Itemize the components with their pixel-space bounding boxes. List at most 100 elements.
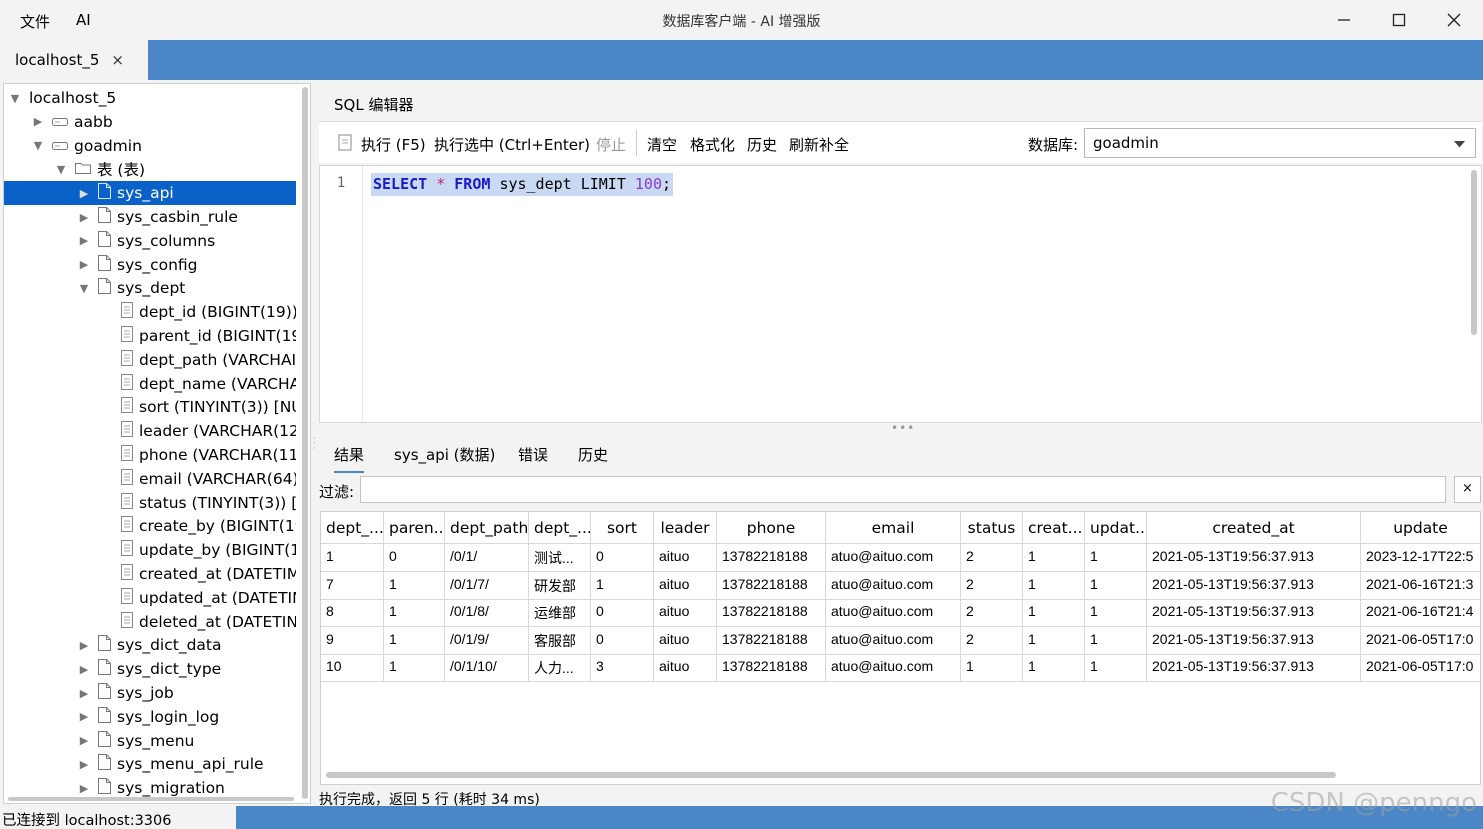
table-cell[interactable]: 2021-05-13T19:56:37.913 xyxy=(1147,626,1361,655)
tab-errors[interactable]: 错误 xyxy=(518,444,548,465)
table-cell[interactable]: 1 xyxy=(1085,544,1147,572)
collapsed-triangle-icon[interactable]: ▶ xyxy=(76,639,92,652)
table-cell[interactable]: 2021-06-16T21:4 xyxy=(1361,599,1480,627)
column-header[interactable]: dept_... xyxy=(321,512,384,544)
table-cell[interactable]: atuo@aituo.com xyxy=(826,626,961,655)
table-cell[interactable]: 13782218188 xyxy=(717,654,826,682)
table-row[interactable]: 1 0/0/1/测试... 0 aituo 13782218188 atuo@aituo.… xyxy=(321,544,1480,572)
table-cell[interactable]: aituo xyxy=(654,626,717,655)
table-cell[interactable]: 1 xyxy=(1023,599,1085,627)
tree-item[interactable]: ▶ sys_dict_data xyxy=(4,633,296,657)
table-cell[interactable]: 13782218188 xyxy=(717,571,826,600)
maximize-button[interactable] xyxy=(1372,0,1426,40)
table-cell[interactable]: 2 xyxy=(961,571,1023,600)
table-cell[interactable]: 2021-06-05T17:0 xyxy=(1361,654,1480,682)
column-header[interactable]: paren... xyxy=(384,512,445,544)
table-row[interactable]: 9 1/0/1/9/客服部 0 aituo 13782218188 atuo@aituo.… xyxy=(321,626,1480,655)
table-cell[interactable]: 1 xyxy=(384,654,445,682)
database-tree[interactable]: ▼ localhost_5 ▶ aabb ▼ goadmin ▼ 表 (表) ▶ sys_api ▶… xyxy=(3,83,311,804)
table-cell[interactable]: 1 xyxy=(591,571,654,600)
tab-history[interactable]: 历史 xyxy=(578,444,608,465)
table-cell[interactable]: 0 xyxy=(384,544,445,572)
tree-item[interactable]: ▶ aabb xyxy=(4,110,296,134)
collapsed-triangle-icon[interactable]: ▶ xyxy=(76,211,92,224)
table-cell[interactable]: aituo xyxy=(654,599,717,627)
table-cell[interactable]: 0 xyxy=(591,626,654,655)
tree-item[interactable]: sort (TINYINT(3)) [NU xyxy=(4,395,296,419)
execute-button[interactable]: 执行 (F5) xyxy=(361,134,426,155)
table-cell[interactable]: 2021-06-05T17:0 xyxy=(1361,627,1480,655)
table-cell[interactable]: 9 xyxy=(321,626,384,655)
tree-item[interactable]: dept_path (VARCHAI xyxy=(4,348,296,372)
collapsed-triangle-icon[interactable]: ▶ xyxy=(76,710,92,723)
table-cell[interactable]: 13782218188 xyxy=(717,626,826,655)
tab-results[interactable]: 结果 xyxy=(334,444,365,473)
tree-horizontal-scrollbar[interactable] xyxy=(8,797,294,801)
tree-item[interactable]: phone (VARCHAR(11 xyxy=(4,443,296,467)
sql-code-line[interactable]: SELECT * FROM sys_dept LIMIT 100; xyxy=(371,173,674,196)
table-cell[interactable]: 3 xyxy=(591,654,654,682)
table-cell[interactable]: 2021-06-16T21:3 xyxy=(1361,572,1480,600)
editor-vertical-scrollbar[interactable] xyxy=(1471,170,1477,335)
tree-item[interactable]: ▶ sys_casbin_rule xyxy=(4,205,296,229)
collapsed-triangle-icon[interactable]: ▶ xyxy=(76,234,92,247)
splitter-handle[interactable]: ••• xyxy=(891,421,915,435)
expanded-triangle-icon[interactable]: ▼ xyxy=(53,163,69,176)
column-header[interactable]: sort xyxy=(591,512,654,544)
table-cell[interactable]: 8 xyxy=(321,599,384,627)
table-cell[interactable]: atuo@aituo.com xyxy=(826,654,961,682)
column-header[interactable]: creat... xyxy=(1023,512,1085,544)
tree-item[interactable]: deleted_at (DATETIN xyxy=(4,610,296,634)
table-cell[interactable]: 0 xyxy=(591,599,654,627)
table-cell[interactable]: 1 xyxy=(384,626,445,655)
table-cell[interactable]: 人力... xyxy=(529,654,591,682)
table-cell[interactable]: aituo xyxy=(654,571,717,600)
execute-icon[interactable] xyxy=(338,134,352,151)
tree-item[interactable]: parent_id (BIGINT(19 xyxy=(4,324,296,348)
tree-item[interactable]: updated_at (DATETIN xyxy=(4,586,296,610)
collapsed-triangle-icon[interactable]: ▶ xyxy=(76,734,92,747)
table-cell[interactable]: atuo@aituo.com xyxy=(826,544,961,572)
table-row[interactable]: 7 1/0/1/7/研发部 1 aituo 13782218188 atuo@aituo.… xyxy=(321,571,1480,600)
column-header[interactable]: email xyxy=(826,512,961,544)
table-cell[interactable]: 10 xyxy=(321,654,384,682)
table-cell[interactable]: 1 xyxy=(321,544,384,572)
results-grid[interactable]: dept_... paren... dept_path dept_... sort lea… xyxy=(320,511,1481,785)
table-cell[interactable]: 2021-05-13T19:56:37.913 xyxy=(1147,571,1361,600)
tree-item[interactable]: leader (VARCHAR(12 xyxy=(4,419,296,443)
table-cell[interactable]: 1 xyxy=(961,654,1023,682)
table-row[interactable]: 8 1/0/1/8/运维部 0 aituo 13782218188 atuo@aituo.… xyxy=(321,599,1480,627)
column-header[interactable]: dept_path xyxy=(445,512,529,544)
splitter-handle[interactable]: · · · xyxy=(313,435,317,453)
tree-item[interactable]: ▶ sys_columns xyxy=(4,229,296,253)
tree-item[interactable]: status (TINYINT(3)) [N xyxy=(4,491,296,515)
execute-selection-button[interactable]: 执行选中 (Ctrl+Enter) xyxy=(434,134,590,155)
tree-item[interactable]: ▶ sys_job xyxy=(4,681,296,705)
table-cell[interactable]: /0/1/10/ xyxy=(445,654,529,682)
clear-button[interactable]: 清空 xyxy=(647,134,677,155)
filter-clear-button[interactable]: × xyxy=(1454,476,1481,503)
filter-input[interactable] xyxy=(360,476,1446,503)
column-header[interactable]: created_at xyxy=(1147,512,1361,544)
table-cell[interactable]: /0/1/8/ xyxy=(445,599,529,627)
table-cell[interactable]: 1 xyxy=(1085,626,1147,655)
table-cell[interactable]: /0/1/9/ xyxy=(445,626,529,655)
minimize-button[interactable] xyxy=(1317,0,1371,40)
collapsed-triangle-icon[interactable]: ▶ xyxy=(76,758,92,771)
collapsed-triangle-icon[interactable]: ▶ xyxy=(30,115,46,128)
table-cell[interactable]: atuo@aituo.com xyxy=(826,599,961,627)
table-cell[interactable]: 1 xyxy=(1023,654,1085,682)
table-cell[interactable]: 1 xyxy=(1085,599,1147,627)
tree-item[interactable]: ▶ sys_api xyxy=(4,181,296,206)
tree-item[interactable]: created_at (DATETIM xyxy=(4,562,296,586)
table-cell[interactable]: 13782218188 xyxy=(717,599,826,627)
collapsed-triangle-icon[interactable]: ▶ xyxy=(76,258,92,271)
table-cell[interactable]: 1 xyxy=(1085,571,1147,600)
column-header[interactable]: dept_... xyxy=(529,512,591,544)
table-cell[interactable]: 客服部 xyxy=(529,626,591,655)
table-cell[interactable]: 13782218188 xyxy=(717,544,826,572)
table-cell[interactable]: 1 xyxy=(1085,654,1147,682)
table-cell[interactable]: 1 xyxy=(1023,626,1085,655)
refresh-completion-button[interactable]: 刷新补全 xyxy=(789,134,849,155)
collapsed-triangle-icon[interactable]: ▶ xyxy=(76,782,92,795)
